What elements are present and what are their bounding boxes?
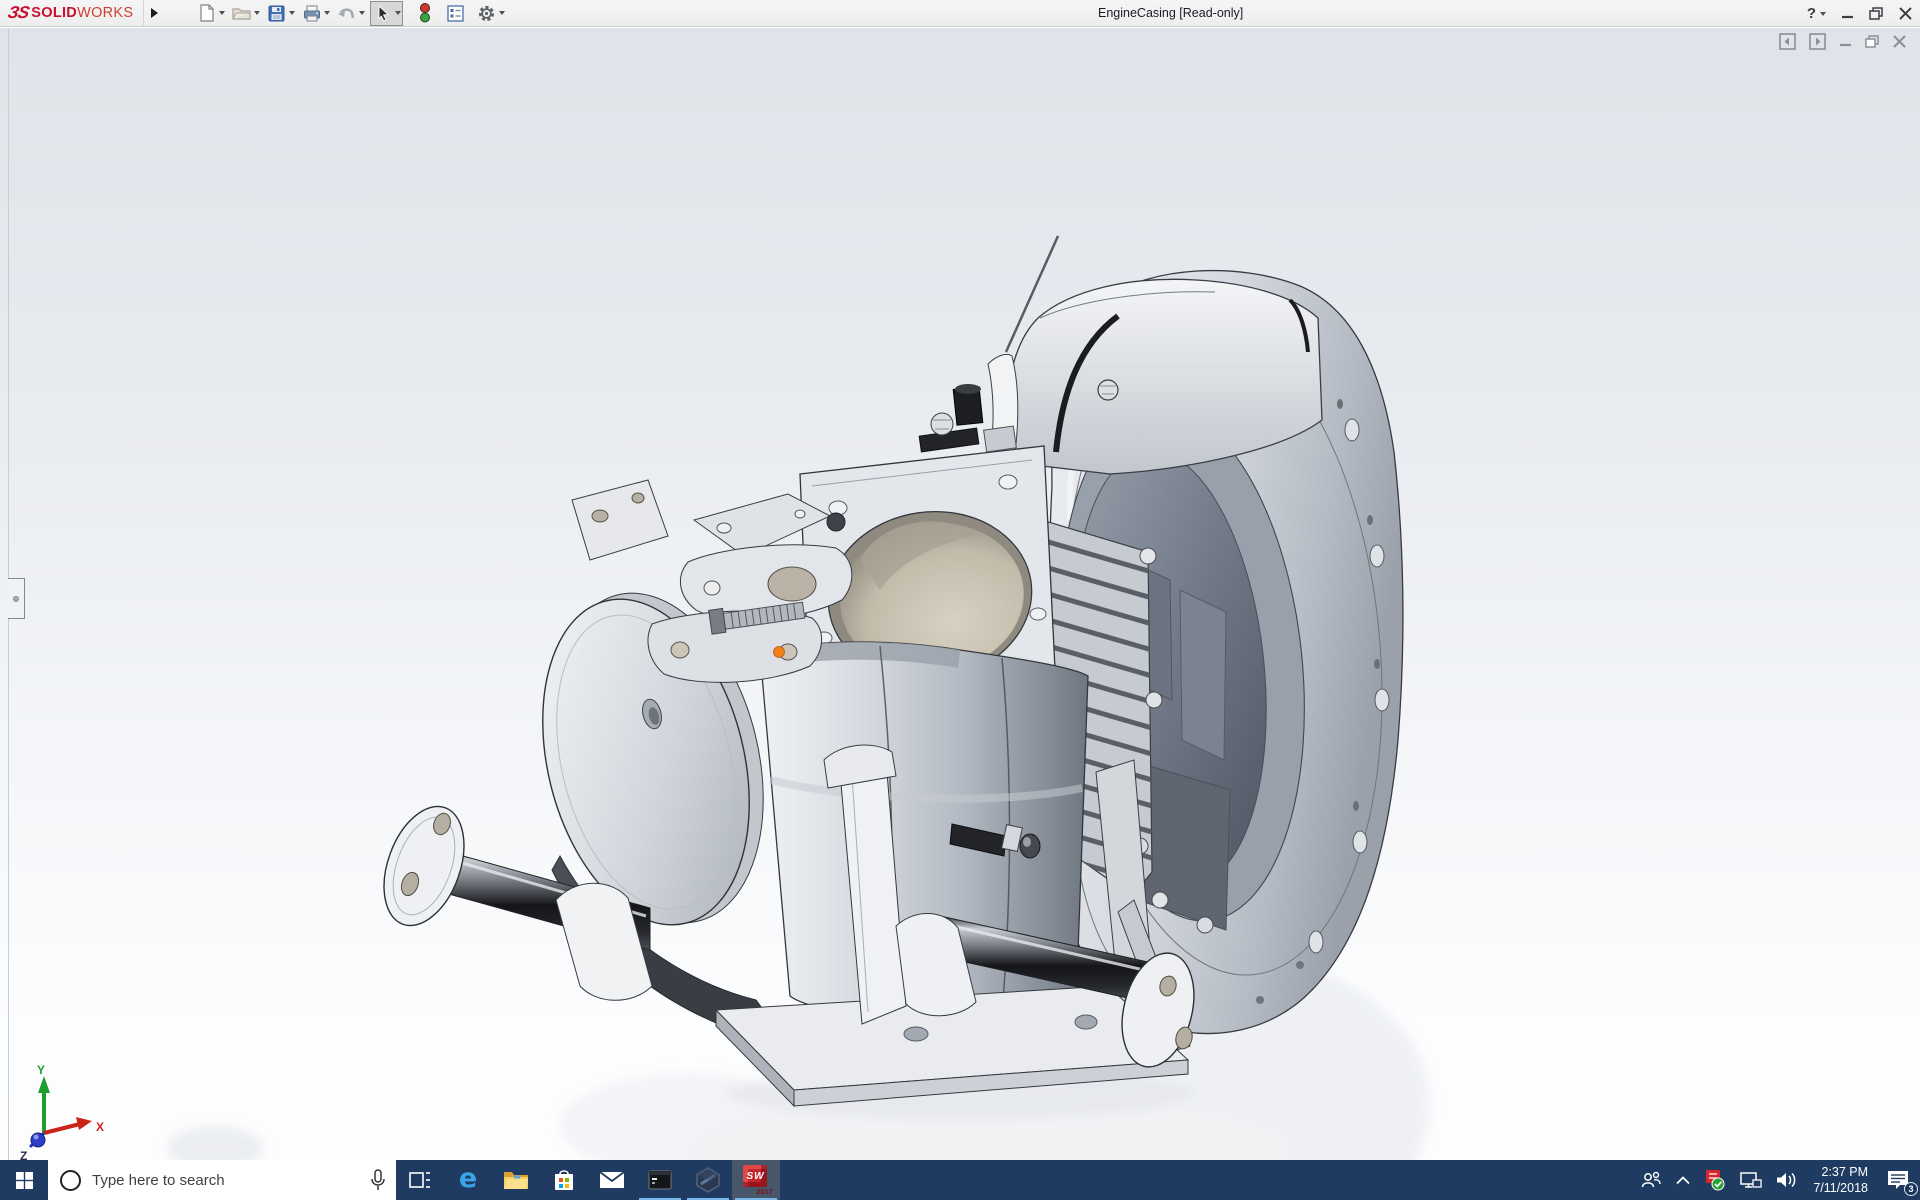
save-button[interactable] <box>265 1 296 25</box>
print-button[interactable] <box>300 1 331 25</box>
taskbar-search[interactable] <box>48 1160 396 1200</box>
solidworks-logo-mark: ЗS <box>6 3 31 23</box>
dropdown-caret[interactable] <box>395 11 401 15</box>
print-icon <box>301 3 322 24</box>
expand-arrow-icon <box>151 8 158 18</box>
selection-point <box>774 647 785 658</box>
mail-icon <box>599 1170 625 1190</box>
people-button[interactable] <box>1633 1160 1669 1200</box>
dropdown-caret[interactable] <box>219 11 225 15</box>
quick-access-toolbar <box>193 0 508 27</box>
start-button[interactable] <box>0 1160 48 1200</box>
triad-z-label: Z <box>20 1149 27 1160</box>
notification-badge: 3 <box>1904 1182 1918 1196</box>
feature-panel-tab[interactable] <box>8 578 25 619</box>
speaker-icon <box>1776 1171 1798 1189</box>
search-input[interactable] <box>92 1172 370 1189</box>
taskbar-app-solidworks[interactable]: SW 2017 <box>732 1160 780 1200</box>
solidworks-monitor-button[interactable] <box>1697 1160 1733 1200</box>
rebuild-traffic-light-icon <box>414 3 435 24</box>
task-view-button[interactable] <box>396 1160 444 1200</box>
graphics-viewport[interactable]: Y X Z *Dimetric <box>0 28 1920 1160</box>
solidworks-2017-icon: SW 2017 <box>741 1165 771 1195</box>
save-floppy-icon <box>266 3 287 24</box>
taskbar: e <box>0 1160 1920 1200</box>
windows-logo-icon <box>16 1172 33 1189</box>
sw-letter-w: W <box>754 1171 763 1182</box>
network-icon <box>1740 1171 1762 1189</box>
store-icon <box>552 1168 576 1192</box>
dropdown-caret[interactable] <box>254 11 260 15</box>
sw-year: 2017 <box>756 1187 773 1196</box>
select-button[interactable] <box>370 1 403 26</box>
tray-time: 2:37 PM <box>1821 1164 1868 1180</box>
restore-button[interactable] <box>1869 7 1884 21</box>
file-properties-button[interactable] <box>444 1 467 25</box>
dropdown-caret[interactable] <box>499 11 505 15</box>
pane-right-button[interactable] <box>1809 33 1826 50</box>
taskbar-app-mail[interactable] <box>588 1160 636 1200</box>
minimize-button[interactable] <box>1841 7 1854 20</box>
brand-solid: SOLID <box>31 5 77 21</box>
solidworks-check-icon <box>1704 1169 1726 1191</box>
window-title: EngineCasing [Read-only] <box>1098 0 1243 27</box>
network-button[interactable] <box>1733 1160 1769 1200</box>
solidworks-window: Y X Z *Dimetric ЗS SOLIDWOR <box>0 0 1920 1200</box>
pane-left-button[interactable] <box>1779 33 1796 50</box>
taskbar-app-store[interactable] <box>540 1160 588 1200</box>
clock[interactable]: 2:37 PM 7/11/2018 <box>1805 1164 1876 1197</box>
window-controls: ? <box>1807 0 1912 27</box>
doc-close-button[interactable] <box>1893 35 1906 48</box>
options-gear-icon <box>476 3 497 24</box>
dropdown-caret[interactable] <box>359 11 365 15</box>
panel-tab-dot <box>13 596 19 602</box>
triad-y-label: Y <box>37 1063 45 1077</box>
taskbar-app-edge[interactable]: e <box>444 1160 492 1200</box>
close-button[interactable] <box>1899 7 1912 20</box>
triad-x-label: X <box>96 1120 104 1134</box>
system-tray: 2:37 PM 7/11/2018 3 <box>1633 1160 1920 1200</box>
sw-letter-s: S <box>746 1171 753 1182</box>
chevron-up-icon <box>1676 1176 1690 1185</box>
people-icon <box>1640 1171 1662 1189</box>
volume-button[interactable] <box>1769 1160 1805 1200</box>
solidworks-logo: ЗS SOLIDWORKS <box>0 0 143 27</box>
document-window-controls <box>1779 33 1906 50</box>
file-explorer-icon <box>503 1169 529 1191</box>
orientation-triad[interactable]: Y X Z <box>20 1063 104 1160</box>
cortana-icon <box>60 1170 81 1191</box>
doc-minimize-button[interactable] <box>1839 35 1852 48</box>
undo-button[interactable] <box>335 1 366 25</box>
menu-expand-button[interactable] <box>143 0 165 27</box>
select-cursor-icon <box>372 3 393 24</box>
help-glyph: ? <box>1807 5 1816 22</box>
action-center-button[interactable]: 3 <box>1876 1160 1920 1200</box>
new-document-icon <box>196 3 217 24</box>
tray-overflow-button[interactable] <box>1669 1160 1697 1200</box>
engine-casing-model[interactable]: Y X Z <box>0 28 1920 1160</box>
taskbar-app-file-explorer[interactable] <box>492 1160 540 1200</box>
task-view-icon <box>409 1170 431 1190</box>
new-document-button[interactable] <box>195 1 226 25</box>
titlebar: ЗS SOLIDWORKS <box>0 0 1920 27</box>
undo-icon <box>336 3 357 24</box>
file-properties-icon <box>445 3 466 24</box>
open-folder-icon <box>231 3 252 24</box>
dropdown-caret[interactable] <box>289 11 295 15</box>
help-caret <box>1820 12 1826 16</box>
help-button[interactable]: ? <box>1807 5 1826 22</box>
hexagon-app-icon <box>695 1167 721 1193</box>
tray-date: 7/11/2018 <box>1813 1180 1868 1196</box>
brand-works: WORKS <box>77 5 133 21</box>
options-button[interactable] <box>475 1 506 25</box>
microphone-icon[interactable] <box>370 1169 386 1191</box>
taskbar-app-command-prompt[interactable] <box>636 1160 684 1200</box>
doc-restore-button[interactable] <box>1865 35 1880 49</box>
rebuild-button[interactable] <box>413 1 436 25</box>
edge-icon: e <box>459 1165 477 1192</box>
command-prompt-icon <box>648 1170 672 1190</box>
dropdown-caret[interactable] <box>324 11 330 15</box>
taskbar-app-hexagon[interactable] <box>684 1160 732 1200</box>
open-button[interactable] <box>230 1 261 25</box>
